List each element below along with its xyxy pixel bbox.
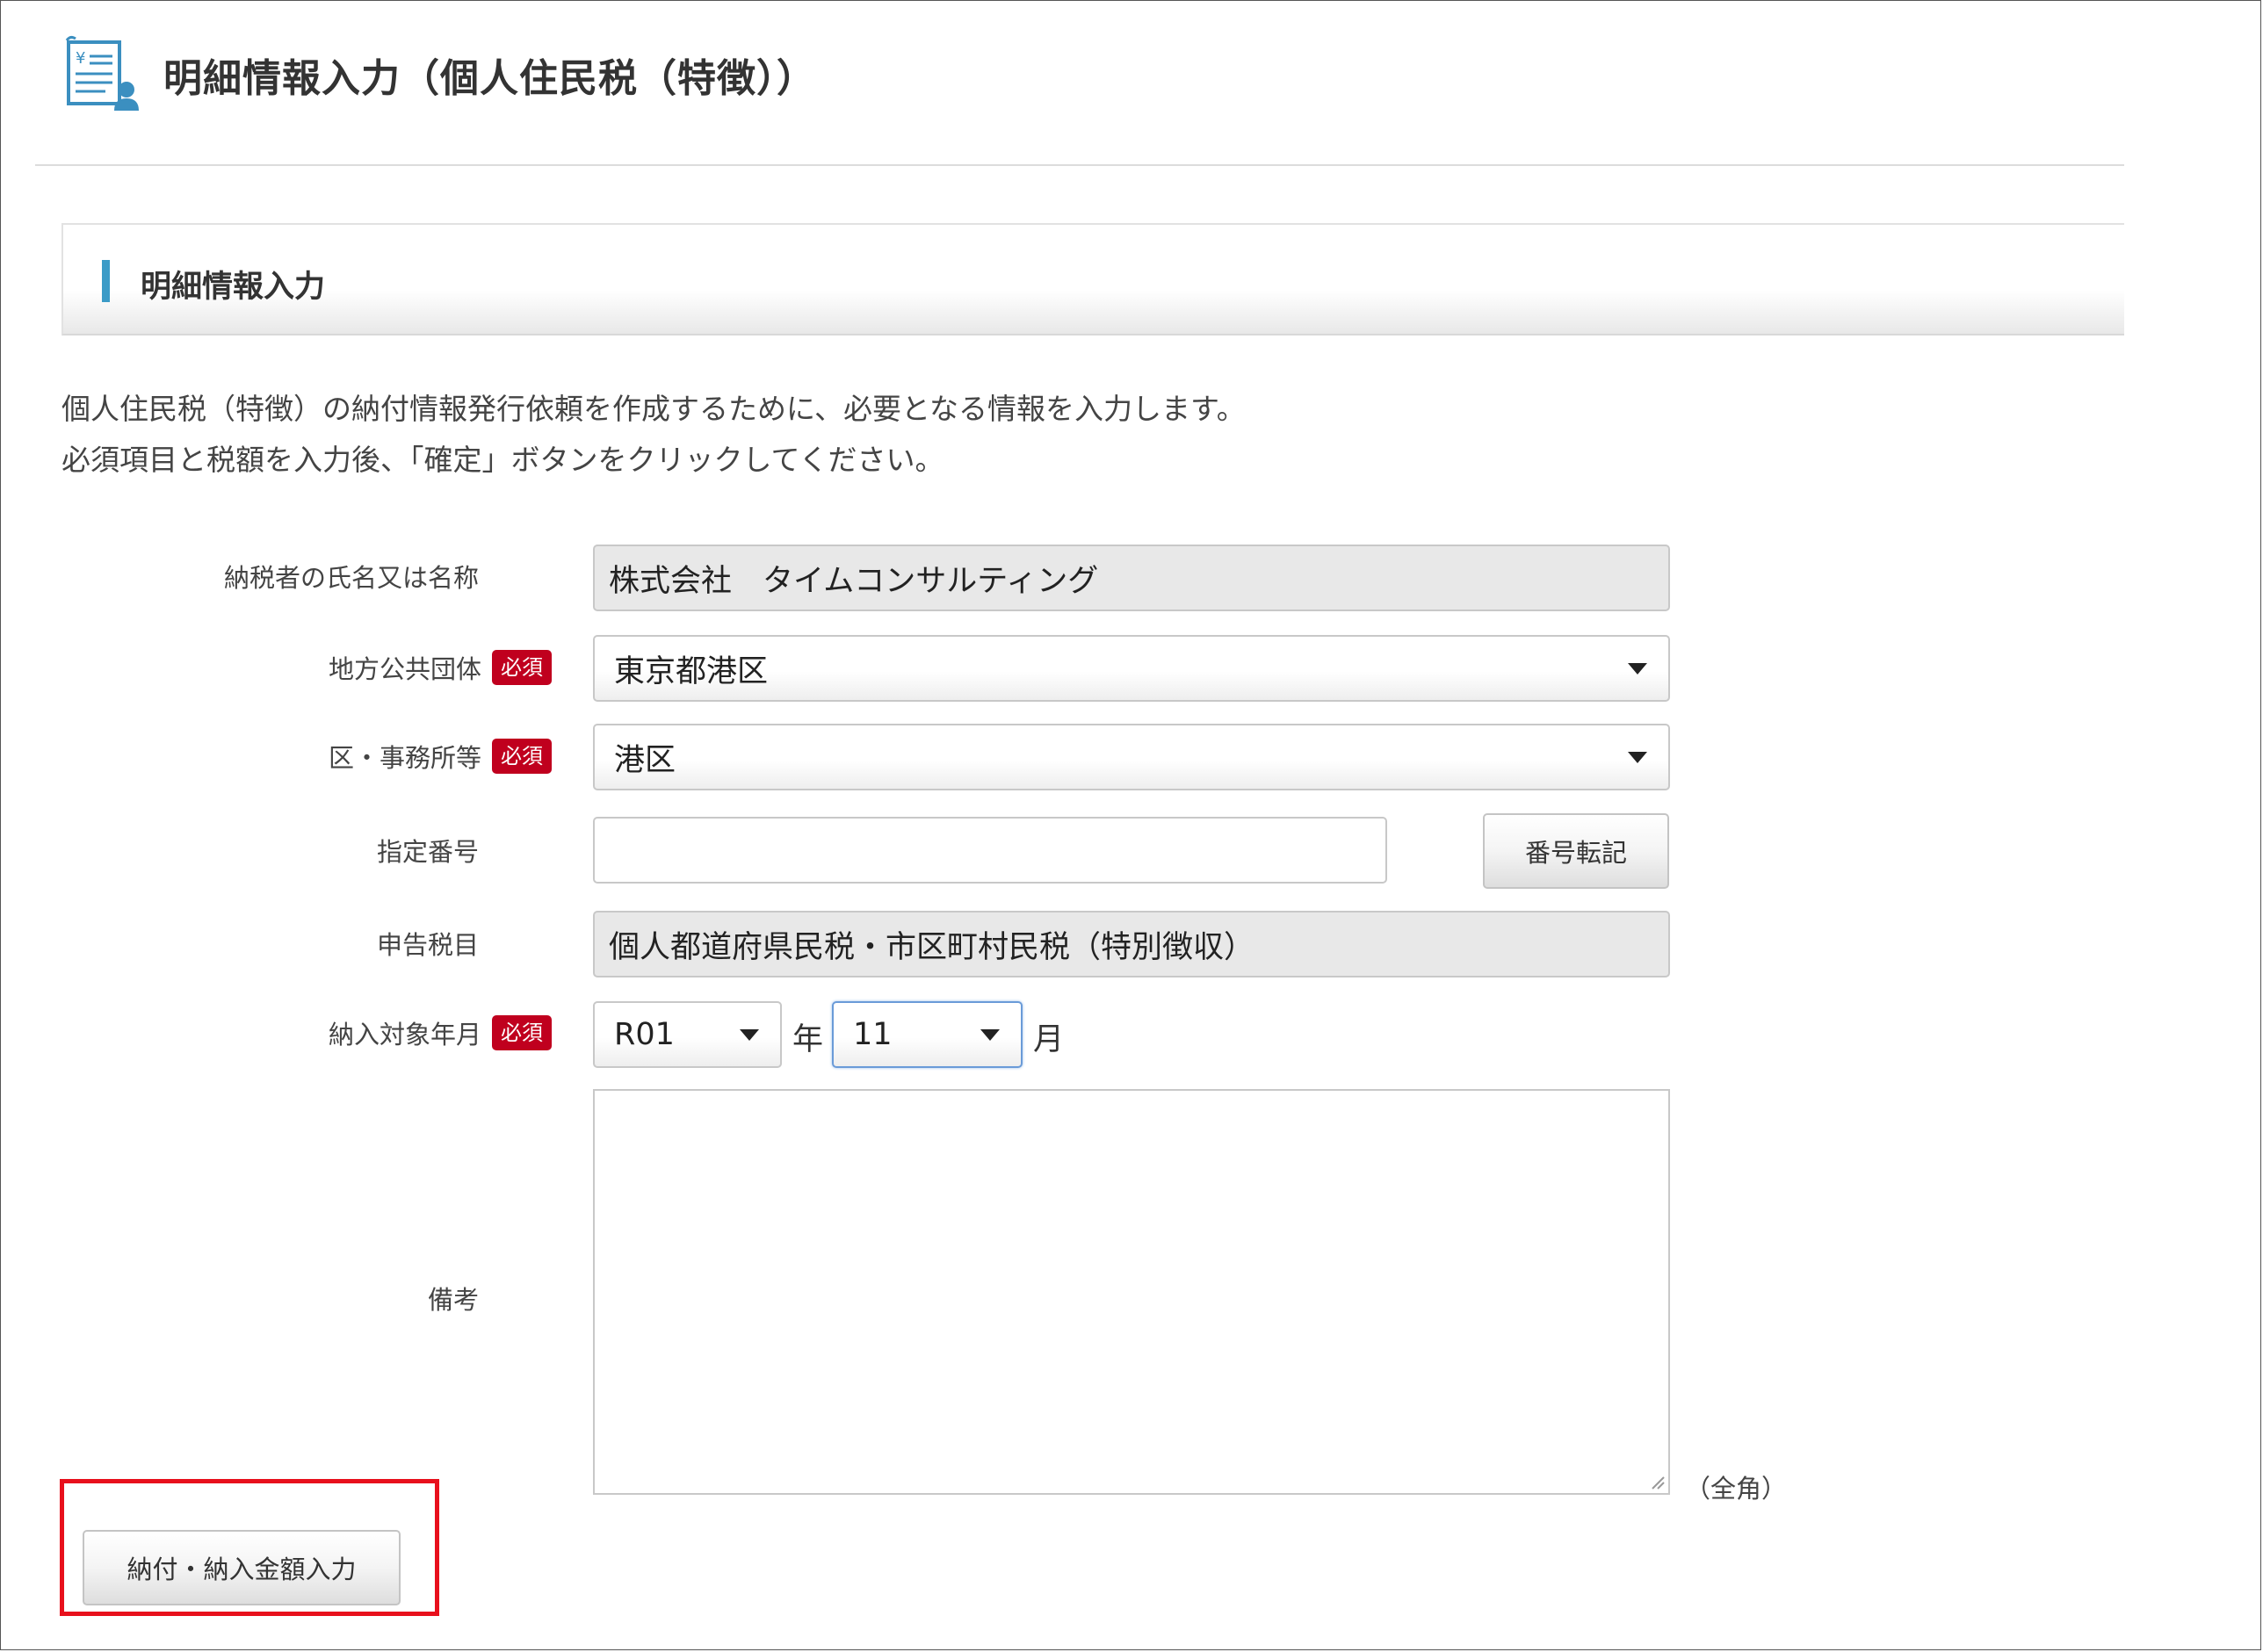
designated-number-label: 指定番号 <box>132 827 479 873</box>
local-government-select[interactable]: 東京都港区 <box>593 635 1670 702</box>
payment-amount-input-button[interactable]: 納付・納入金額入力 <box>83 1530 401 1605</box>
remarks-label-text: 備考 <box>427 1285 479 1315</box>
taxpayer-name-label-text: 納税者の氏名又は名称 <box>223 563 479 593</box>
section-header: 明細情報入力 <box>61 223 2124 335</box>
required-badge: 必須 <box>492 1015 552 1050</box>
taxpayer-name-label: 納税者の氏名又は名称 <box>132 553 479 599</box>
remarks-textarea[interactable] <box>593 1089 1670 1495</box>
target-month-select[interactable]: 11 <box>832 1001 1023 1068</box>
required-badge: 必須 <box>492 739 552 774</box>
page-header: ¥ 明細情報入力（個人住民税（特徴）） <box>63 35 816 114</box>
section-accent-bar <box>102 260 110 302</box>
transfer-number-button[interactable]: 番号転記 <box>1483 813 1669 889</box>
chevron-down-icon <box>1628 663 1647 675</box>
svg-text:¥: ¥ <box>76 49 85 68</box>
target-month-value: 11 <box>853 1017 893 1052</box>
designated-number-label-text: 指定番号 <box>376 837 479 867</box>
description-line: 必須項目と税額を入力後、「確定」ボタンをクリックしてください。 <box>61 443 944 477</box>
local-government-value: 東京都港区 <box>614 653 769 689</box>
target-year-select[interactable]: R01 <box>593 1001 782 1068</box>
tax-item-field: 個人都道府県民税・市区町村民税（特別徴収） <box>593 911 1670 977</box>
target-period-label-text: 納入対象年月 <box>328 1020 481 1050</box>
remarks-label: 備考 <box>132 1275 479 1321</box>
chevron-down-icon <box>980 1029 1000 1041</box>
description: 個人住民税（特徴）の納付情報発行依頼を作成するために、必要となる情報を入力します… <box>61 384 1246 486</box>
year-unit: 年 <box>792 1022 824 1057</box>
required-badge: 必須 <box>492 650 552 685</box>
ward-office-value: 港区 <box>614 742 676 778</box>
resize-grip-icon[interactable] <box>1649 1474 1665 1490</box>
tax-document-icon: ¥ <box>63 35 144 114</box>
header-divider <box>35 164 2124 166</box>
target-year-value: R01 <box>614 1017 675 1052</box>
local-government-label-text: 地方公共団体 <box>328 654 481 684</box>
page-title: 明細情報入力（個人住民税（特徴）） <box>163 56 816 101</box>
tax-item-label-text: 申告税目 <box>376 930 479 960</box>
taxpayer-name-value: 株式会社 タイムコンサルティング <box>609 563 1099 599</box>
local-government-label: 地方公共団体 必須 <box>132 645 552 690</box>
month-unit: 月 <box>1033 1022 1065 1057</box>
designated-number-input[interactable] <box>593 817 1387 884</box>
taxpayer-name-field: 株式会社 タイムコンサルティング <box>593 545 1670 611</box>
tax-item-label: 申告税目 <box>132 920 479 966</box>
ward-office-select[interactable]: 港区 <box>593 724 1670 790</box>
ward-office-label-text: 区・事務所等 <box>328 743 481 773</box>
description-line: 個人住民税（特徴）の納付情報発行依頼を作成するために、必要となる情報を入力します… <box>61 392 1246 426</box>
chevron-down-icon <box>1628 752 1647 763</box>
target-period-label: 納入対象年月 必須 <box>132 1010 552 1056</box>
tax-item-value: 個人都道府県民税・市区町村民税（特別徴収） <box>609 929 1255 965</box>
section-title: 明細情報入力 <box>141 270 326 305</box>
ward-office-label: 区・事務所等 必須 <box>132 733 552 779</box>
fullwidth-note: （全角） <box>1685 1474 1788 1504</box>
chevron-down-icon <box>740 1029 759 1041</box>
